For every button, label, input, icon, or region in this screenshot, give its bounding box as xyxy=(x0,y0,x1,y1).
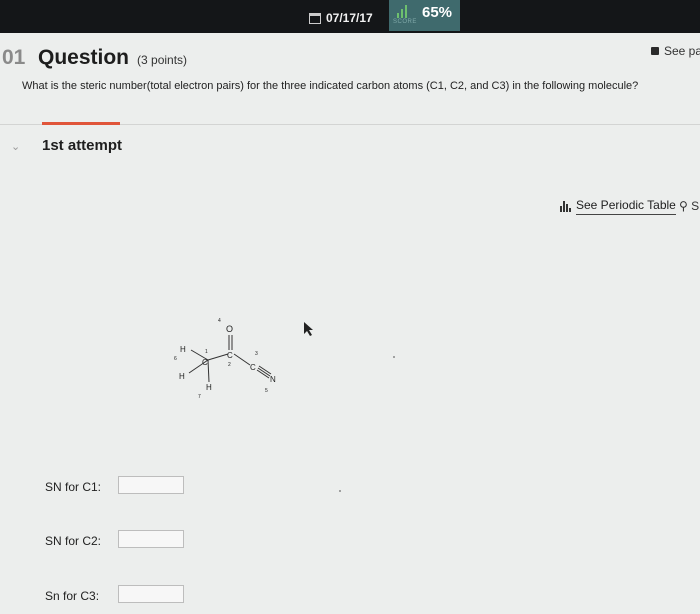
nitrogen-atom: N xyxy=(270,375,276,384)
hint-label: S xyxy=(691,199,700,213)
page-icon xyxy=(651,47,659,55)
question-points: (3 points) xyxy=(137,53,188,67)
screen-speck xyxy=(393,356,395,358)
see-page-link[interactable]: See pag xyxy=(651,44,700,58)
question-header: 01 Question (3 points) xyxy=(0,46,187,70)
chevron-down-icon[interactable]: ⌄ xyxy=(11,140,20,153)
sn-c3-input[interactable] xyxy=(118,585,184,603)
atom-number: 3 xyxy=(255,351,258,357)
sn-c1-input[interactable] xyxy=(118,476,184,494)
atom-number: 5 xyxy=(265,388,268,394)
bar-chart-icon xyxy=(397,4,411,18)
attempt-tab[interactable]: 1st attempt xyxy=(42,137,122,154)
periodic-table-label: See Periodic Table xyxy=(576,198,676,215)
attempt-tab-indicator xyxy=(42,122,120,125)
atom-number: 4 xyxy=(218,318,221,324)
sn-c1-label: SN for C1: xyxy=(45,480,102,494)
hydrogen-atom: H xyxy=(180,345,186,354)
carbon-atom-c1: C xyxy=(202,358,208,367)
atom-number: 6 xyxy=(174,356,177,362)
due-date: 07/17/17 xyxy=(309,6,389,30)
sn-c2-input[interactable] xyxy=(118,530,184,548)
question-text: What is the steric number(total electron… xyxy=(22,80,639,92)
calendar-icon xyxy=(309,12,321,24)
question-number: 01 xyxy=(2,46,26,69)
atom-number: 2 xyxy=(228,362,231,368)
sn-c2-label: SN for C2: xyxy=(45,534,102,548)
score-value: 65% xyxy=(422,4,453,21)
atom-number: 1 xyxy=(205,349,208,355)
oxygen-atom: O xyxy=(226,324,233,334)
lightbulb-icon: ⚲ xyxy=(679,199,688,213)
periodic-table-icon xyxy=(560,201,571,212)
due-date-text: 07/17/17 xyxy=(326,11,373,25)
sn-c3-label: Sn for C3: xyxy=(45,589,100,603)
periodic-table-link[interactable]: See Periodic Table xyxy=(560,198,676,215)
score-caption: SCORE xyxy=(393,19,417,25)
molecule-diagram: O H H H C C C N 1 2 3 4 5 6 7 xyxy=(174,318,276,400)
mouse-cursor-icon xyxy=(304,322,313,336)
carbon-atom-c2: C xyxy=(227,351,233,360)
screen-speck xyxy=(339,490,341,492)
atom-number: 7 xyxy=(198,394,201,400)
hydrogen-atom: H xyxy=(179,372,185,381)
carbon-atom-c3: C xyxy=(250,363,256,372)
question-title: Question xyxy=(38,46,130,69)
score-box: SCORE 65% xyxy=(389,0,460,31)
see-page-label: See pag xyxy=(664,44,700,58)
hint-link[interactable]: ⚲ S xyxy=(679,199,699,213)
hydrogen-atom: H xyxy=(206,383,212,392)
top-bar: 07/17/17 SCORE 65% xyxy=(0,0,700,33)
